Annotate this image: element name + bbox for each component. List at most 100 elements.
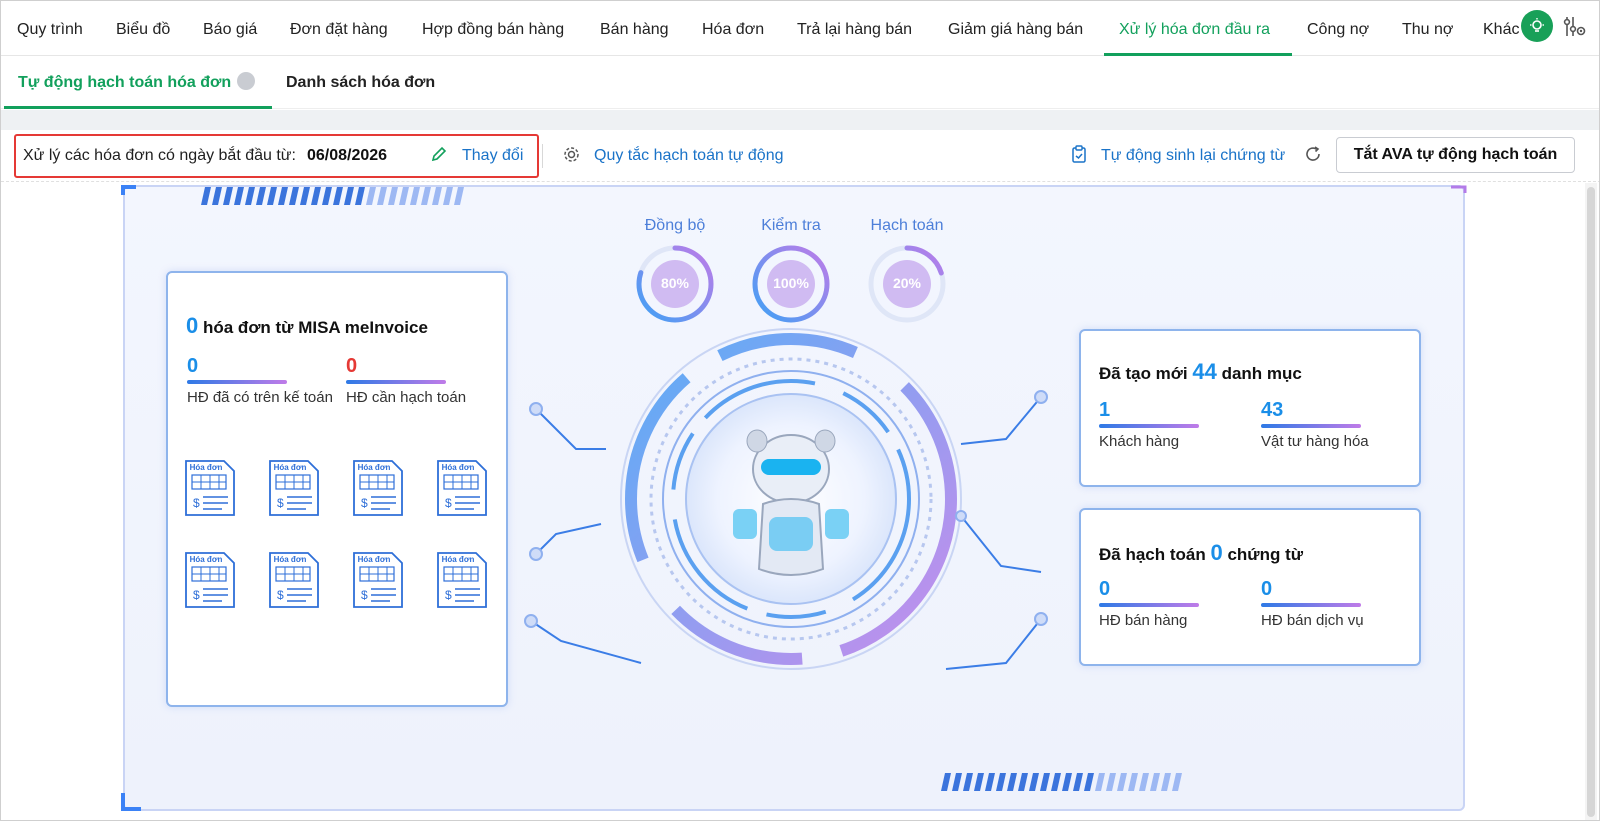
posted-vouchers-card: Đã hạch toán 0 chứng từ 0 HĐ bán hàng 0 … <box>1079 508 1421 666</box>
svg-text:$: $ <box>193 588 200 602</box>
pencil-icon[interactable] <box>431 130 447 182</box>
customize-settings-icon[interactable] <box>1562 14 1588 40</box>
stripe-decoration <box>1117 773 1127 791</box>
tab-auto-accounting-label: Tự động hạch toán hóa đơn <box>18 74 232 91</box>
ring-percent-sync: 80% <box>660 275 690 291</box>
divider-band <box>1 110 1599 130</box>
refresh-icon[interactable] <box>1304 130 1322 182</box>
sales-invoices-count: 0 <box>1099 578 1111 600</box>
catalog-count: 44 <box>1192 359 1217 384</box>
service-invoices-label: HĐ bán dịch vụ <box>1261 612 1364 629</box>
center-orb <box>620 328 962 670</box>
tab-invoice-list[interactable]: Danh sách hóa đơn <box>286 57 435 109</box>
stripe-decoration <box>322 187 332 205</box>
nav-item-giam-gia-hang-ban[interactable]: Giảm giá hàng bán <box>948 1 1083 56</box>
invoices-title-text: hóa đơn từ MISA meInvoice <box>202 318 428 337</box>
gear-icon[interactable] <box>563 130 580 182</box>
nav-item-hop-dong-ban-hang[interactable]: Hợp đồng bán hàng <box>422 1 564 56</box>
scrollbar-thumb[interactable] <box>1587 187 1595 817</box>
stripe-decoration <box>941 773 951 791</box>
svg-text:Hóa đơn: Hóa đơn <box>442 463 475 472</box>
stripe-decoration <box>289 187 299 205</box>
start-date-label: Xử lý các hóa đơn có ngày bắt đầu từ: <box>23 147 296 164</box>
app-window: Quy trình Biểu đồ Báo giá Đơn đặt hàng H… <box>0 0 1600 821</box>
auto-regenerate-link[interactable]: Tự động sinh lại chứng từ <box>1101 130 1285 182</box>
stripe-decoration <box>256 187 266 205</box>
invoice-document-icon: Hóa đơn $ <box>352 551 404 609</box>
stripe-decoration <box>443 187 453 205</box>
goods-label: Vật tư hàng hóa <box>1261 433 1369 450</box>
stat-bar <box>187 380 287 384</box>
stat-bar <box>1099 424 1199 428</box>
nav-item-bao-gia[interactable]: Báo giá <box>203 1 257 56</box>
nav-item-khac[interactable]: Khác <box>1483 1 1523 56</box>
stripe-decoration <box>355 187 365 205</box>
nav-item-hoa-don[interactable]: Hóa đơn <box>702 1 764 56</box>
invoices-on-ledger-label: HĐ đã có trên kế toán <box>187 389 333 406</box>
help-icon[interactable] <box>237 72 256 90</box>
svg-text:$: $ <box>445 496 452 510</box>
stat-bar <box>1261 424 1361 428</box>
stripe-decoration <box>996 773 1006 791</box>
posted-card-title: Đã hạch toán 0 chứng từ <box>1099 540 1303 566</box>
svg-text:$: $ <box>361 588 368 602</box>
stripe-decoration <box>963 773 973 791</box>
auto-rules-link[interactable]: Quy tắc hạch toán tự động <box>594 130 784 182</box>
invoices-card-title: 0 hóa đơn từ MISA meInvoice <box>186 313 428 339</box>
subtab-active-indicator <box>4 106 272 109</box>
invoice-document-icon: Hóa đơn $ <box>184 551 236 609</box>
stripe-decoration <box>410 187 420 205</box>
stripe-decoration <box>1018 773 1028 791</box>
invoice-document-icon: Hóa đơn $ <box>352 459 404 517</box>
stripe-decoration <box>454 187 464 205</box>
stripe-decoration <box>1095 773 1105 791</box>
stripe-decoration <box>952 773 962 791</box>
catalog-prefix: Đã tạo mới <box>1099 364 1188 383</box>
clipboard-icon[interactable] <box>1071 130 1087 182</box>
tab-auto-accounting[interactable]: Tự động hạch toán hóa đơn <box>18 57 256 109</box>
nav-item-thu-no[interactable]: Thu nợ <box>1402 1 1453 56</box>
stripe-decoration <box>421 187 431 205</box>
nav-item-cong-no[interactable]: Công nợ <box>1307 1 1369 56</box>
stripe-decoration <box>366 187 376 205</box>
stripe-decoration <box>1073 773 1083 791</box>
dashboard-stage: Đồng bộ Kiểm tra Hạch toán 80% 100% 20% … <box>1 183 1599 820</box>
stripe-decoration <box>212 187 222 205</box>
svg-text:$: $ <box>277 496 284 510</box>
stripe-decoration <box>399 187 409 205</box>
svg-text:$: $ <box>277 588 284 602</box>
invoices-count: 0 <box>186 313 199 338</box>
nav-item-don-dat-hang[interactable]: Đơn đặt hàng <box>290 1 388 56</box>
sales-invoices-label: HĐ bán hàng <box>1099 612 1188 629</box>
change-date-link[interactable]: Thay đổi <box>462 130 523 182</box>
stat-bar <box>346 380 446 384</box>
stat-bar <box>1099 603 1199 607</box>
new-catalog-card: Đã tạo mới 44 danh mục 1 Khách hàng 43 V… <box>1079 329 1421 487</box>
svg-text:Hóa đơn: Hóa đơn <box>274 463 307 472</box>
nav-item-xu-ly-hoa-don-dau-ra[interactable]: Xử lý hóa đơn đầu ra <box>1119 1 1270 56</box>
nav-item-quy-trinh[interactable]: Quy trình <box>17 1 83 56</box>
stripe-decoration <box>267 187 277 205</box>
disable-ava-button[interactable]: Tắt AVA tự động hạch toán <box>1336 137 1575 173</box>
nav-item-tra-lai-hang-ban[interactable]: Trả lại hàng bán <box>797 1 912 56</box>
goods-count: 43 <box>1261 399 1284 421</box>
stripe-decoration <box>333 187 343 205</box>
stripe-decoration <box>985 773 995 791</box>
stripe-decoration <box>1139 773 1149 791</box>
nav-active-indicator <box>1104 53 1292 56</box>
top-nav: Quy trình Biểu đồ Báo giá Đơn đặt hàng H… <box>1 1 1599 56</box>
svg-text:Hóa đơn: Hóa đơn <box>274 555 307 564</box>
stripe-decoration <box>1172 773 1182 791</box>
invoices-card: 0 hóa đơn từ MISA meInvoice 0 HĐ đã có t… <box>166 271 508 707</box>
nav-item-bieu-do[interactable]: Biểu đồ <box>116 1 170 56</box>
stripe-decoration <box>311 187 321 205</box>
svg-text:Hóa đơn: Hóa đơn <box>442 555 475 564</box>
invoices-to-post-label: HĐ cần hạch toán <box>346 389 467 406</box>
svg-text:Hóa đơn: Hóa đơn <box>190 463 223 472</box>
catalog-suffix: danh mục <box>1221 364 1302 383</box>
lightbulb-icon[interactable] <box>1521 10 1553 42</box>
start-date-value: 06/08/2026 <box>307 147 388 164</box>
vertical-scrollbar[interactable] <box>1585 183 1597 820</box>
nav-item-ban-hang[interactable]: Bán hàng <box>600 1 669 56</box>
sub-tabs: Tự động hạch toán hóa đơn Danh sách hóa … <box>1 57 1599 109</box>
